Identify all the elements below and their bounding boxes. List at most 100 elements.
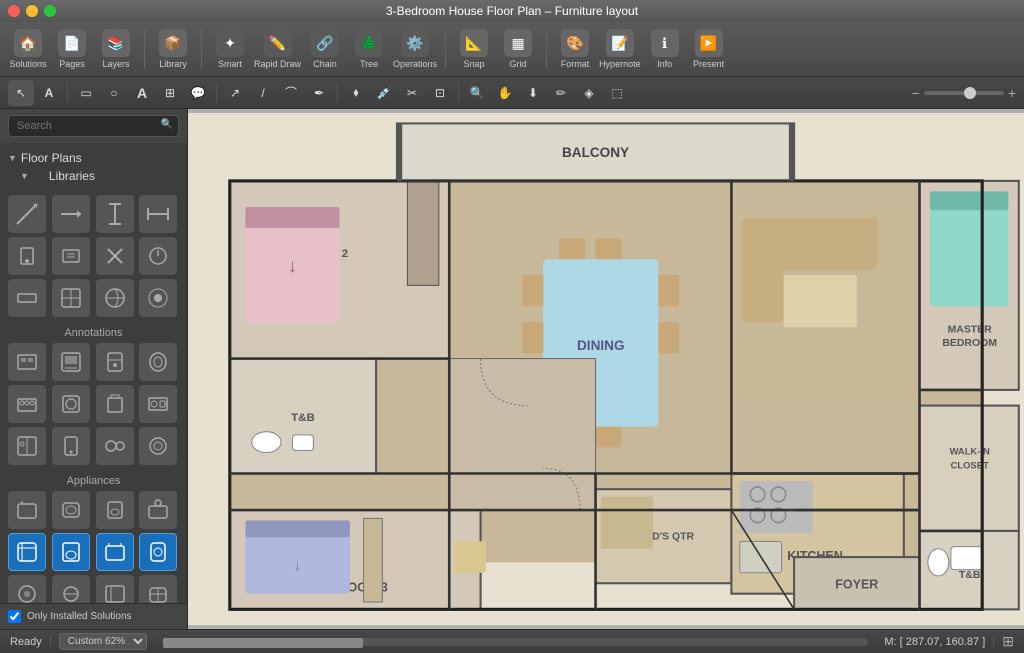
scrollbar[interactable] (163, 638, 869, 646)
bathroom-icon-11[interactable] (139, 575, 177, 603)
curve-tool[interactable]: ⌒ (278, 80, 304, 106)
stamp-tool[interactable]: ◈ (576, 80, 602, 106)
bathroom-icon-0[interactable] (8, 491, 46, 529)
svg-text:BALCONY: BALCONY (562, 145, 629, 160)
zoom-minus[interactable]: − (912, 85, 920, 101)
bathroom-icon-3[interactable] (139, 491, 177, 529)
bathroom-icon-1[interactable] (52, 491, 90, 529)
pen-tool[interactable]: ✒ (306, 80, 332, 106)
layers-button[interactable]: 📚 Layers (96, 29, 136, 69)
text-tool[interactable]: A (36, 80, 62, 106)
smart-button[interactable]: ✦ Smart (210, 29, 250, 69)
bathroom-icon-7[interactable] (139, 533, 177, 571)
selection2-tool[interactable]: ⬚ (604, 80, 630, 106)
rapid-draw-button[interactable]: ✏️ Rapid Draw (254, 29, 301, 69)
snap-button[interactable]: 📐 Snap (454, 29, 494, 69)
annotation-icon-7[interactable] (139, 237, 177, 275)
text2-tool[interactable]: A (129, 80, 155, 106)
appliance-icon-5[interactable] (52, 385, 90, 423)
annotation-icon-10[interactable] (96, 279, 134, 317)
zoom-plus[interactable]: + (1008, 85, 1016, 101)
appliance-icon-8[interactable] (8, 427, 46, 465)
eyedrop-tool[interactable]: 💉 (371, 80, 397, 106)
bathroom-icon-10[interactable] (96, 575, 134, 603)
arrow-tool[interactable]: ↗ (222, 80, 248, 106)
format-button[interactable]: 🎨 Format (555, 29, 595, 69)
select-tool[interactable]: ↖ (8, 80, 34, 106)
page-nav-prev[interactable]: ⊞ (1002, 633, 1014, 650)
tool-divider-4 (458, 83, 459, 103)
library-button[interactable]: 📦 Library (153, 29, 193, 69)
annotation-icon-5[interactable] (52, 237, 90, 275)
bathroom-icon-5[interactable] (52, 533, 90, 571)
format-label: Format (561, 59, 590, 69)
bathroom-icon-2[interactable] (96, 491, 134, 529)
annotation-icon-6[interactable] (96, 237, 134, 275)
zoom-control: − + (912, 85, 1016, 101)
operations-icon: ⚙️ (401, 29, 429, 57)
tree-floor-plans[interactable]: ▼ Floor Plans (8, 149, 179, 167)
annotation-icon-4[interactable] (8, 237, 46, 275)
close-button[interactable] (8, 5, 20, 17)
crop-tool[interactable]: ✂ (399, 80, 425, 106)
circle-tool[interactable]: ○ (101, 80, 127, 106)
appliance-icon-0[interactable] (8, 343, 46, 381)
info-button[interactable]: ℹ Info (645, 29, 685, 69)
search-input[interactable] (8, 115, 179, 137)
transform-tool[interactable]: ⊡ (427, 80, 453, 106)
bathroom-icon-9[interactable] (52, 575, 90, 603)
annotation-icon-2[interactable] (96, 195, 134, 233)
annotation-icon-9[interactable] (52, 279, 90, 317)
appliance-icon-7[interactable] (139, 385, 177, 423)
tree-icon: 🌲 (355, 29, 383, 57)
fill-tool[interactable]: ⬧ (343, 80, 369, 106)
hypernote-button[interactable]: 📝 Hypernote (599, 29, 641, 69)
bathroom-icon-6[interactable] (96, 533, 134, 571)
tree-libraries[interactable]: ▼ Libraries (8, 167, 179, 185)
annotation-icon-0[interactable] (8, 195, 46, 233)
operations-button[interactable]: ⚙️ Operations (393, 29, 437, 69)
floor-plan-svg: BALCONY BEDROOM 2 ↓ T&B DINING (188, 109, 1024, 629)
annotation-icon-3[interactable] (139, 195, 177, 233)
appliance-icon-3[interactable] (139, 343, 177, 381)
only-installed-checkbox[interactable] (8, 610, 21, 623)
toolbar-divider-2 (201, 29, 202, 69)
zoom-select[interactable]: Custom 62% 50% 75% 100% (59, 633, 147, 650)
line-tool[interactable]: / (250, 80, 276, 106)
svg-text:DINING: DINING (577, 338, 625, 353)
maximize-button[interactable] (44, 5, 56, 17)
appliance-icon-1[interactable] (52, 343, 90, 381)
appliance-icon-4[interactable] (8, 385, 46, 423)
bathroom-icon-4[interactable] (8, 533, 46, 571)
tree-label: Tree (360, 59, 378, 69)
tree-button[interactable]: 🌲 Tree (349, 29, 389, 69)
pencil-tool[interactable]: ✏ (548, 80, 574, 106)
grid-button[interactable]: ▦ Grid (498, 29, 538, 69)
appliance-icon-6[interactable] (96, 385, 134, 423)
search-container: 🔍 (8, 115, 179, 137)
pan-tool[interactable]: ✋ (492, 80, 518, 106)
zoom-slider[interactable] (924, 91, 1004, 95)
bathroom-icon-8[interactable] (8, 575, 46, 603)
search-view-tool[interactable]: 🔍 (464, 80, 490, 106)
annotation-icon-11[interactable] (139, 279, 177, 317)
appliance-icon-9[interactable] (52, 427, 90, 465)
solutions-button[interactable]: 🏠 Solutions (8, 29, 48, 69)
minimize-button[interactable] (26, 5, 38, 17)
annotations-grid (8, 195, 179, 317)
chain-button[interactable]: 🔗 Chain (305, 29, 345, 69)
pages-button[interactable]: 📄 Pages (52, 29, 92, 69)
present-button[interactable]: ▶️ Present (689, 29, 729, 69)
annotation-icon-8[interactable] (8, 279, 46, 317)
canvas-area[interactable]: BALCONY BEDROOM 2 ↓ T&B DINING (188, 109, 1024, 629)
tool-divider-2 (216, 83, 217, 103)
annotation-icon-1[interactable] (52, 195, 90, 233)
download-tool[interactable]: ⬇ (520, 80, 546, 106)
rectangle-tool[interactable]: ▭ (73, 80, 99, 106)
table-tool[interactable]: ⊞ (157, 80, 183, 106)
comment-tool[interactable]: 💬 (185, 80, 211, 106)
appliance-icon-10[interactable] (96, 427, 134, 465)
appliance-icon-11[interactable] (139, 427, 177, 465)
appliance-icon-2[interactable] (96, 343, 134, 381)
snap-label: Snap (464, 59, 485, 69)
